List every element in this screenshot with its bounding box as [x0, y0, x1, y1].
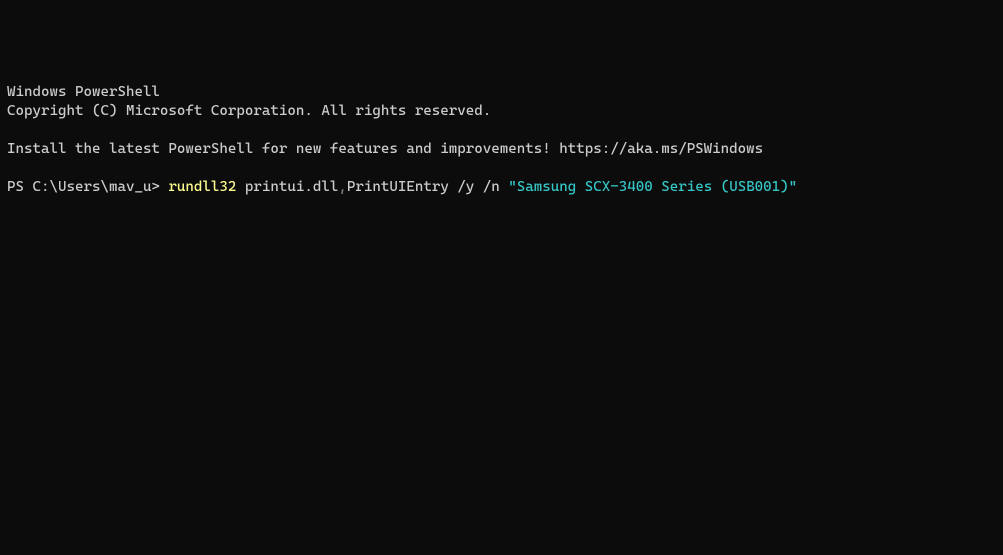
command-comma: , — [338, 179, 347, 195]
install-message: Install the latest PowerShell for new fe… — [7, 140, 996, 159]
command-args-2: PrintUIEntry /y /n — [347, 179, 508, 195]
terminal-output-area[interactable]: Windows PowerShellCopyright (C) Microsof… — [7, 83, 996, 197]
blank-line-2 — [7, 159, 996, 178]
prompt-prefix: PS C:\Users\mav_u> — [7, 179, 168, 195]
header-line-1: Windows PowerShell — [7, 83, 996, 102]
header-line-2: Copyright (C) Microsoft Corporation. All… — [7, 102, 996, 121]
command-string-arg: "Samsung SCX-3400 Series (USB001)" — [508, 179, 797, 195]
command-executable: rundll32 — [168, 179, 236, 195]
command-args-1: printui.dll — [236, 179, 338, 195]
prompt-line[interactable]: PS C:\Users\mav_u> rundll32 printui.dll,… — [7, 178, 996, 197]
blank-line-1 — [7, 121, 996, 140]
